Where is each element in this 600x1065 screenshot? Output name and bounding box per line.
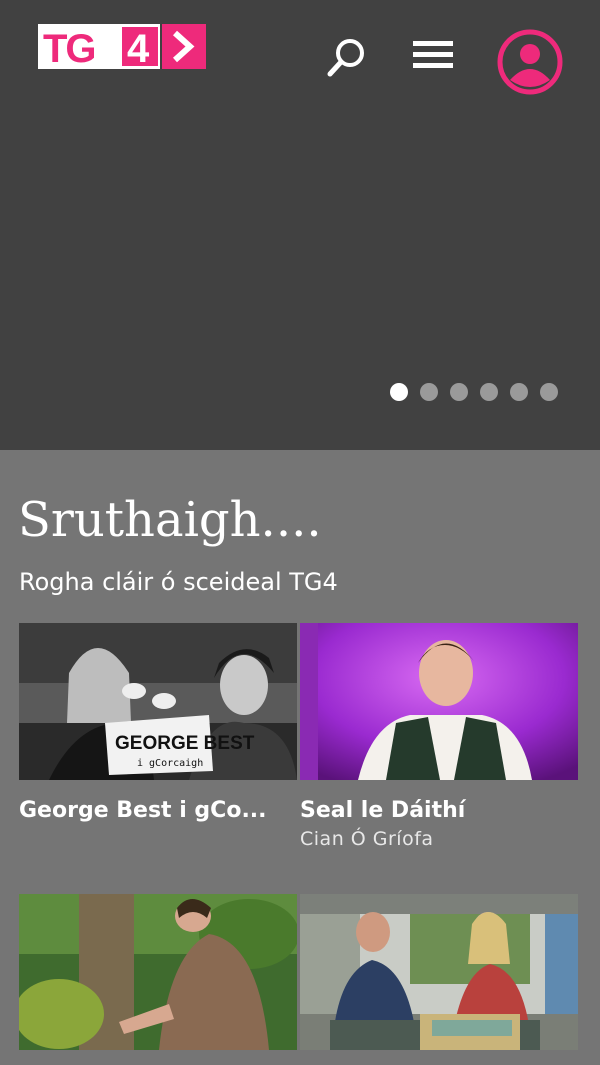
programme-subtitle: Cian Ó Gríofa	[300, 828, 434, 850]
carousel-dot[interactable]	[390, 383, 408, 401]
search-icon	[327, 39, 364, 77]
programme-thumbnail[interactable]	[300, 623, 578, 780]
svg-text:4: 4	[127, 27, 150, 69]
programme-title[interactable]: George Best i gCo...	[19, 796, 297, 826]
carousel-dot[interactable]	[510, 383, 528, 401]
carousel-dot[interactable]	[480, 383, 498, 401]
programme-card[interactable]: GEORGE BEST i gCorcaigh George Best i gC…	[19, 623, 297, 826]
hero-banner[interactable]: TG 4	[0, 0, 600, 450]
section-title: Sruthaigh....	[18, 492, 322, 548]
programme-card[interactable]	[19, 894, 297, 1050]
account-icon	[497, 29, 563, 95]
thumbnail-caption: GEORGE BEST	[115, 733, 255, 754]
tg4-logo[interactable]: TG 4	[38, 24, 206, 69]
menu-button[interactable]	[411, 38, 455, 72]
carousel-indicators	[390, 383, 558, 401]
programme-thumbnail[interactable]	[300, 894, 578, 1050]
tg4-logo-mark: TG 4	[38, 24, 206, 69]
carousel-dot[interactable]	[450, 383, 468, 401]
programme-thumbnail[interactable]	[19, 894, 297, 1050]
programme-title[interactable]: Seal le Dáithí	[300, 796, 578, 826]
search-button[interactable]	[326, 36, 368, 78]
programme-thumbnail[interactable]: GEORGE BEST i gCorcaigh	[19, 623, 297, 780]
carousel-dot[interactable]	[420, 383, 438, 401]
carousel-dot[interactable]	[540, 383, 558, 401]
svg-text:TG: TG	[43, 27, 95, 69]
menu-icon	[413, 41, 453, 68]
programme-card[interactable]	[300, 894, 578, 1050]
section-subtitle: Rogha cláir ó sceideal TG4	[19, 568, 338, 596]
account-button[interactable]	[496, 28, 564, 96]
thumbnail-caption-sub: i gCorcaigh	[137, 758, 203, 769]
programme-card[interactable]: Seal le Dáithí Cian Ó Gríofa	[300, 623, 578, 852]
